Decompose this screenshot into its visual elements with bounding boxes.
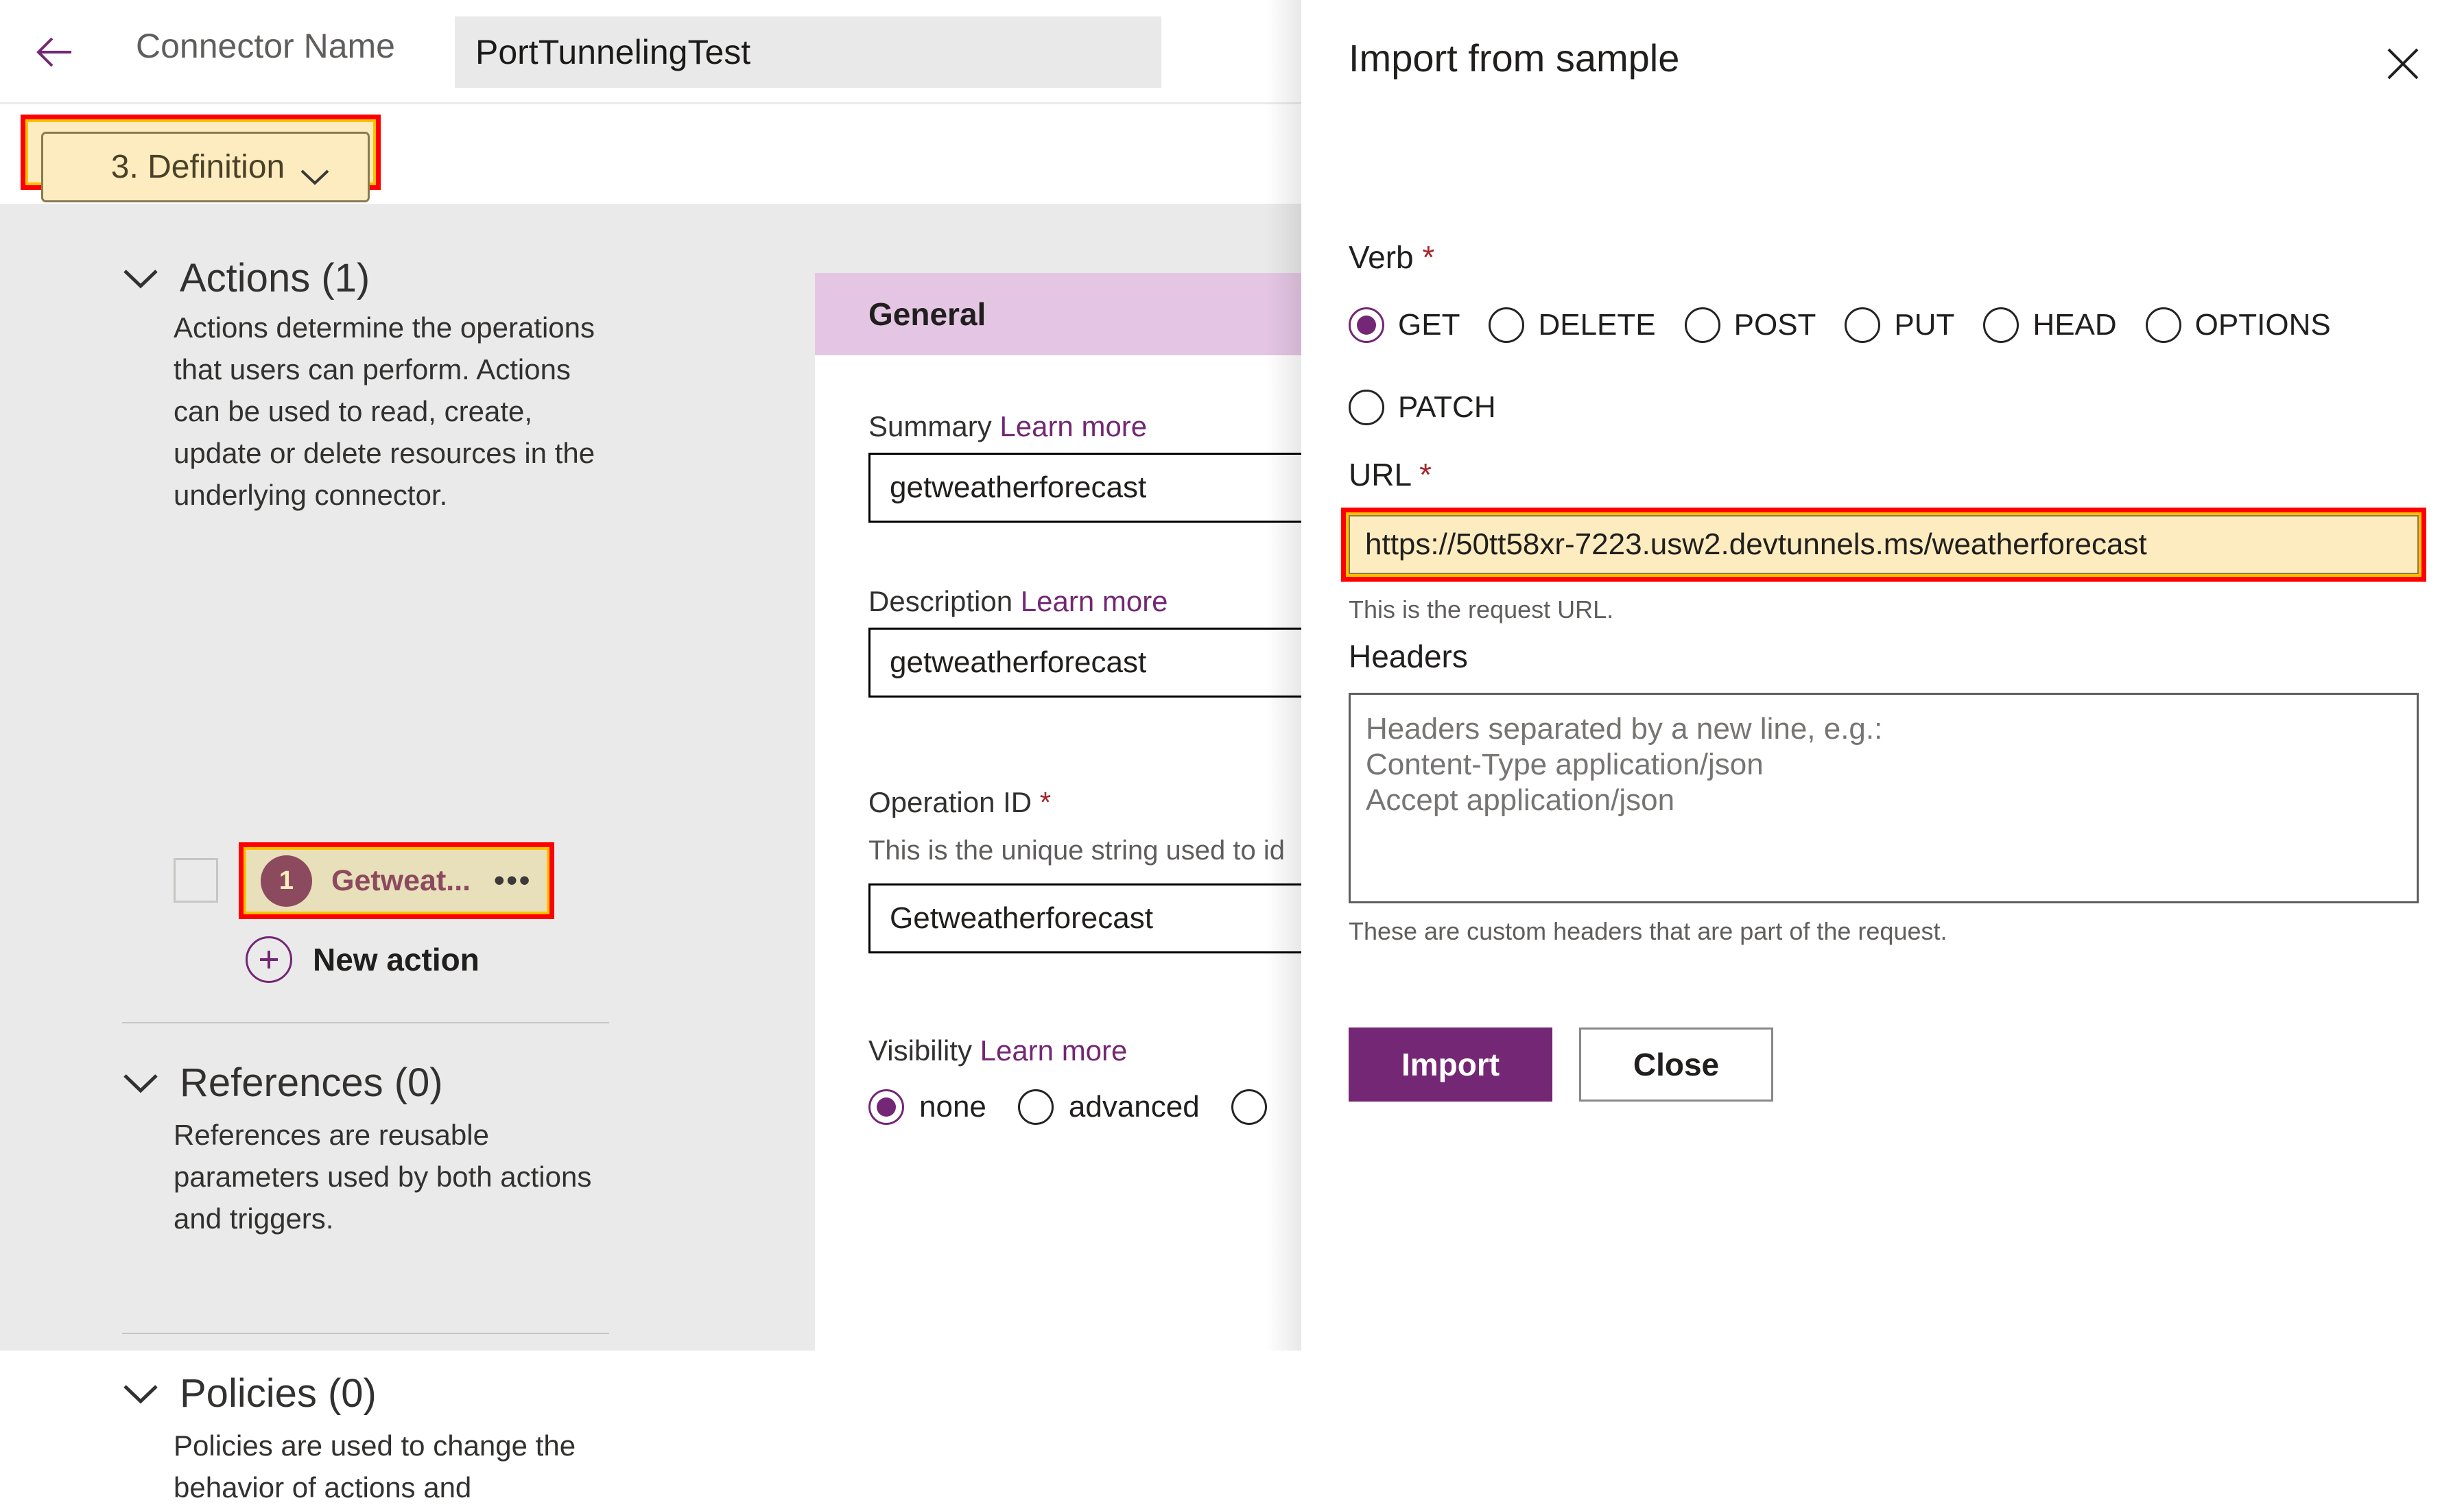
- close-button[interactable]: Close: [1579, 1027, 1773, 1102]
- verb-option-delete[interactable]: DELETE: [1489, 307, 1656, 343]
- visibility-option-none[interactable]: none: [868, 1089, 986, 1125]
- verb-option-get-label: GET: [1398, 308, 1460, 342]
- new-action-button[interactable]: New action: [246, 936, 479, 983]
- verb-option-post[interactable]: POST: [1684, 307, 1816, 343]
- verb-option-head[interactable]: HEAD: [1983, 307, 2117, 343]
- chevron-down-icon: [122, 1071, 159, 1095]
- radio-unchecked-icon: [1489, 307, 1525, 343]
- radio-checked-icon: [1349, 307, 1384, 343]
- radio-unchecked-icon: [1684, 307, 1720, 343]
- general-form-card: General Summary Learn more Description L…: [815, 273, 1301, 1351]
- verb-option-patch-label: PATCH: [1398, 390, 1496, 424]
- action-item-more-icon[interactable]: •••: [494, 864, 532, 898]
- verb-radio-group-row1: GET DELETE POST PUT HEAD OPTIONS: [1349, 307, 2360, 343]
- divider: [122, 1333, 609, 1334]
- summary-label-text: Summary: [868, 410, 992, 442]
- chevron-down-icon: [122, 267, 159, 290]
- operation-id-required-marker: *: [1039, 786, 1052, 818]
- summary-label: Summary Learn more: [868, 410, 1147, 443]
- verb-option-patch[interactable]: PATCH: [1349, 390, 1496, 425]
- radio-unchecked-icon: [1983, 307, 2019, 343]
- new-action-label: New action: [313, 942, 479, 977]
- summary-learn-more-link[interactable]: Learn more: [999, 410, 1147, 442]
- form-section-header-label: General: [868, 296, 986, 332]
- middle-form-panel: General Summary Learn more Description L…: [815, 206, 1301, 1351]
- verb-option-options[interactable]: OPTIONS: [2145, 307, 2331, 343]
- tab-definition-label: 3. Definition: [110, 149, 285, 185]
- dialog-title: Import from sample: [1349, 36, 1680, 80]
- url-hint: This is the request URL.: [1349, 595, 1614, 623]
- form-section-header-general: General: [815, 273, 1301, 355]
- headers-label: Headers: [1349, 639, 1468, 674]
- close-icon[interactable]: [2382, 43, 2424, 85]
- verb-required-marker: *: [1422, 239, 1435, 275]
- section-description-policies: Policies are used to change the behavior…: [174, 1429, 576, 1504]
- verb-radio-group-row2: PATCH: [1349, 390, 1525, 425]
- verb-option-get[interactable]: GET: [1349, 307, 1460, 343]
- tab-definition[interactable]: 3. Definition: [41, 132, 370, 202]
- verb-option-put-label: PUT: [1894, 308, 1955, 342]
- visibility-radio-group: none advanced: [868, 1089, 1301, 1125]
- verb-option-delete-label: DELETE: [1538, 308, 1656, 342]
- headers-textarea[interactable]: [1349, 693, 2419, 903]
- radio-unchecked-icon: [1017, 1089, 1054, 1125]
- connector-name-label: Connector Name: [136, 27, 395, 65]
- radio-checked-icon: [868, 1089, 904, 1125]
- description-label: Description Learn more: [868, 585, 1168, 618]
- visibility-learn-more-link[interactable]: Learn more: [980, 1034, 1128, 1067]
- description-learn-more-link[interactable]: Learn more: [1021, 585, 1168, 617]
- verb-option-post-label: POST: [1733, 308, 1816, 342]
- visibility-label: Visibility Learn more: [868, 1034, 1127, 1067]
- chevron-down-icon: [122, 1382, 159, 1405]
- operation-id-hint: This is the unique string used to id: [868, 835, 1286, 866]
- operation-id-label: Operation ID *: [868, 786, 1051, 819]
- visibility-label-text: Visibility: [868, 1034, 972, 1067]
- verb-label: Verb *: [1349, 239, 1434, 276]
- definition-tab-highlight-annotation: 3. Definition: [21, 115, 381, 202]
- section-title-policies: Policies (0): [180, 1371, 377, 1416]
- url-input[interactable]: [1349, 515, 2419, 574]
- back-arrow-icon[interactable]: [29, 27, 78, 77]
- action-item-badge: 1: [261, 855, 312, 907]
- verb-label-text: Verb: [1349, 239, 1414, 275]
- visibility-option-third[interactable]: [1231, 1089, 1282, 1125]
- visibility-option-advanced[interactable]: advanced: [1017, 1089, 1200, 1125]
- section-title-actions: Actions (1): [180, 256, 370, 300]
- import-button[interactable]: Import: [1349, 1027, 1552, 1102]
- import-from-sample-dialog: Import from sample Verb * GET DELETE POS…: [1301, 0, 2464, 1351]
- section-header-policies[interactable]: Policies (0): [122, 1370, 377, 1416]
- headers-hint: These are custom headers that are part o…: [1349, 917, 1947, 945]
- url-label-text: URL: [1349, 457, 1411, 492]
- connector-name-input[interactable]: [455, 16, 1161, 88]
- verb-option-options-label: OPTIONS: [2194, 308, 2331, 342]
- radio-unchecked-icon: [1845, 307, 1881, 343]
- url-label: URL *: [1349, 456, 1432, 493]
- radio-unchecked-icon: [2145, 307, 2181, 343]
- operation-id-input[interactable]: [868, 883, 1301, 953]
- action-item-checkbox[interactable]: [174, 858, 218, 903]
- operation-id-label-text: Operation ID: [868, 786, 1032, 818]
- section-header-references[interactable]: References (0): [122, 1060, 443, 1106]
- section-description-actions: Actions determine the operations that us…: [174, 311, 595, 511]
- summary-input[interactable]: [868, 453, 1301, 523]
- action-item-highlight-annotation[interactable]: 1 Getweat... •••: [239, 842, 554, 919]
- description-label-text: Description: [868, 585, 1013, 617]
- left-definition-panel: Actions (1) Actions determine the operat…: [0, 206, 815, 1504]
- divider: [122, 1022, 609, 1023]
- visibility-option-none-label: none: [919, 1090, 986, 1124]
- radio-unchecked-icon: [1349, 390, 1384, 425]
- url-required-marker: *: [1419, 457, 1432, 492]
- description-input[interactable]: [868, 628, 1301, 698]
- section-header-actions[interactable]: Actions (1): [122, 255, 370, 301]
- verb-option-put[interactable]: PUT: [1845, 307, 1954, 343]
- plus-circle-icon: [246, 936, 292, 983]
- verb-option-head-label: HEAD: [2033, 308, 2117, 342]
- visibility-option-advanced-label: advanced: [1068, 1090, 1200, 1124]
- section-description-references: References are reusable parameters used …: [174, 1119, 592, 1235]
- radio-unchecked-icon: [1231, 1089, 1267, 1125]
- action-item-label: Getweat...: [331, 864, 471, 897]
- section-title-references: References (0): [180, 1060, 443, 1105]
